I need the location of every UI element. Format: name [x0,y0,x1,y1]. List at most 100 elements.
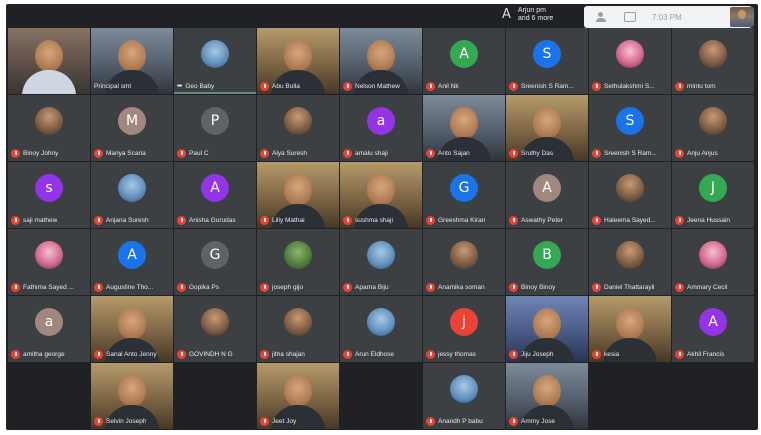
participant-avatar: S [533,40,561,68]
participant-tile[interactable]: Arun Eldhose [340,296,422,362]
participant-avatar [616,40,644,68]
participant-name: Sruthy Das [521,149,554,157]
participant-tile[interactable]: Daniel Thattarayil [589,229,671,295]
chat-icon[interactable] [624,12,636,22]
empty-tile [174,363,256,429]
participant-tile[interactable]: B Binoy Binoy [506,229,588,295]
participant-tile[interactable]: Anandh P babu [423,363,505,429]
participant-name: Alya Suresh [272,149,308,157]
participant-tile[interactable]: a amitha george [8,296,90,362]
participant-tile[interactable]: A Akhil Francis [672,296,754,362]
people-icon[interactable] [596,11,612,23]
self-view-thumbnail[interactable] [730,7,754,27]
participant-avatar [35,241,63,269]
participant-name: Jeena Hussain [687,216,730,224]
more-options-icon[interactable]: ••• [177,83,182,90]
participant-tile[interactable]: Ammy Jose [506,363,588,429]
participant-tile[interactable]: Haleema Sayed... [589,162,671,228]
participant-tile[interactable]: M Mariya Scaria [91,95,173,161]
participant-tile[interactable]: j jessy thomas [423,296,505,362]
presenting-more: and 6 more [517,15,554,22]
participant-tile[interactable]: Sruthy Das [506,95,588,161]
participant-name: amitha george [23,350,65,358]
presenter-initial-icon: A [502,7,511,22]
participant-tile[interactable]: s saji mathew [8,162,90,228]
participant-name-line: Greeshma Kiran [426,215,503,225]
participant-tile[interactable]: Alya Suresh [257,95,339,161]
participant-tile[interactable]: Anamika soman [423,229,505,295]
participant-name: Daniel Thattarayil [604,283,655,291]
participant-tile[interactable]: A Augustine Tho... [91,229,173,295]
participant-tile[interactable]: mintu tom [672,28,754,94]
participant-tile[interactable]: Aparna Biju [340,229,422,295]
participant-tile[interactable]: Selvin Joseph [91,363,173,429]
participant-name: Sreenish S Ram... [521,82,574,90]
participant-tile[interactable]: J Jeena Hussain [672,162,754,228]
participant-avatar [450,375,478,403]
participant-tile[interactable]: Ammary Cecil [672,229,754,295]
participant-tile[interactable]: a amalu shaji [340,95,422,161]
participant-tile[interactable]: Sethulakshmi S... [589,28,671,94]
participant-tile[interactable]: ••• Geo Baby [174,28,256,94]
participant-avatar [201,40,229,68]
participant-avatar [699,40,727,68]
participant-tile[interactable]: P Paul C [174,95,256,161]
participant-tile[interactable]: A Anisha Gurudas [174,162,256,228]
participant-tile[interactable]: Jiju Joseph [506,296,588,362]
participant-tile[interactable]: sushma shaji [340,162,422,228]
participant-name: Sreenish S Ram... [604,149,657,157]
participant-name-line: Daniel Thattarayil [592,282,669,292]
presenting-indicator[interactable]: A Arjun pm and 6 more [502,7,553,23]
participant-tile[interactable]: G Gopika Ps [174,229,256,295]
mic-muted-icon [177,215,186,225]
participant-tile[interactable]: GOVINDH N G [174,296,256,362]
participant-tile[interactable]: kesia [589,296,671,362]
participant-tile[interactable] [8,28,90,94]
participant-name-line: Selvin Joseph [94,416,171,426]
participant-name-line: Anjana Suresh [94,215,171,225]
participant-tile[interactable]: Principal smt [91,28,173,94]
participant-avatar [616,241,644,269]
participant-avatar: s [35,174,63,202]
participant-name: Anamika soman [438,283,485,291]
participant-avatar: A [201,174,229,202]
participant-tile[interactable]: Jeet Joy [257,363,339,429]
participant-name-line: Sreenish S Ram... [509,81,586,91]
participant-tile[interactable]: Anjana Suresh [91,162,173,228]
participant-tile[interactable]: Anju Anjus [672,95,754,161]
participant-name: Anju Anjus [687,149,718,157]
participant-video-face [367,40,395,72]
participant-name-line: Abu Bulla [260,81,337,91]
participant-avatar: M [118,107,146,135]
participant-tile[interactable]: jitha shajan [257,296,339,362]
mic-muted-icon [94,215,103,225]
participant-tile[interactable]: Nelson Mathew [340,28,422,94]
participant-avatar [284,308,312,336]
participant-name-line: kesia [592,349,669,359]
participant-tile[interactable]: Fathima Sayed ... [8,229,90,295]
participant-name: Anjana Suresh [106,216,149,224]
participant-tile[interactable]: A Anil Nk [423,28,505,94]
active-speaker-bar [174,92,256,94]
participant-video-face [35,40,63,72]
participant-tile[interactable]: Anto Sajan [423,95,505,161]
participant-name-line: Anandh P babu [426,416,503,426]
participant-name-line: Augustine Tho... [94,282,171,292]
mic-muted-icon [343,349,352,359]
participant-name-line: Anju Anjus [675,148,752,158]
participant-tile[interactable]: Sanal Anto Jenny [91,296,173,362]
participant-tile[interactable]: Binoy Johny [8,95,90,161]
mic-muted-icon [11,282,20,292]
participant-name: Jiju Joseph [521,350,554,358]
participant-tile[interactable]: G Greeshma Kiran [423,162,505,228]
participant-tile[interactable]: Abu Bulla [257,28,339,94]
participant-tile[interactable]: A Aswathy Peter [506,162,588,228]
mic-muted-icon [509,349,518,359]
participant-tile[interactable]: Lilly Mathai [257,162,339,228]
participant-tile[interactable]: joseph gijo [257,229,339,295]
participant-avatar [367,241,395,269]
participant-video-face [533,308,561,340]
participant-name: Geo Baby [185,82,215,90]
participant-tile[interactable]: S Sreenish S Ram... [589,95,671,161]
participant-tile[interactable]: S Sreenish S Ram... [506,28,588,94]
